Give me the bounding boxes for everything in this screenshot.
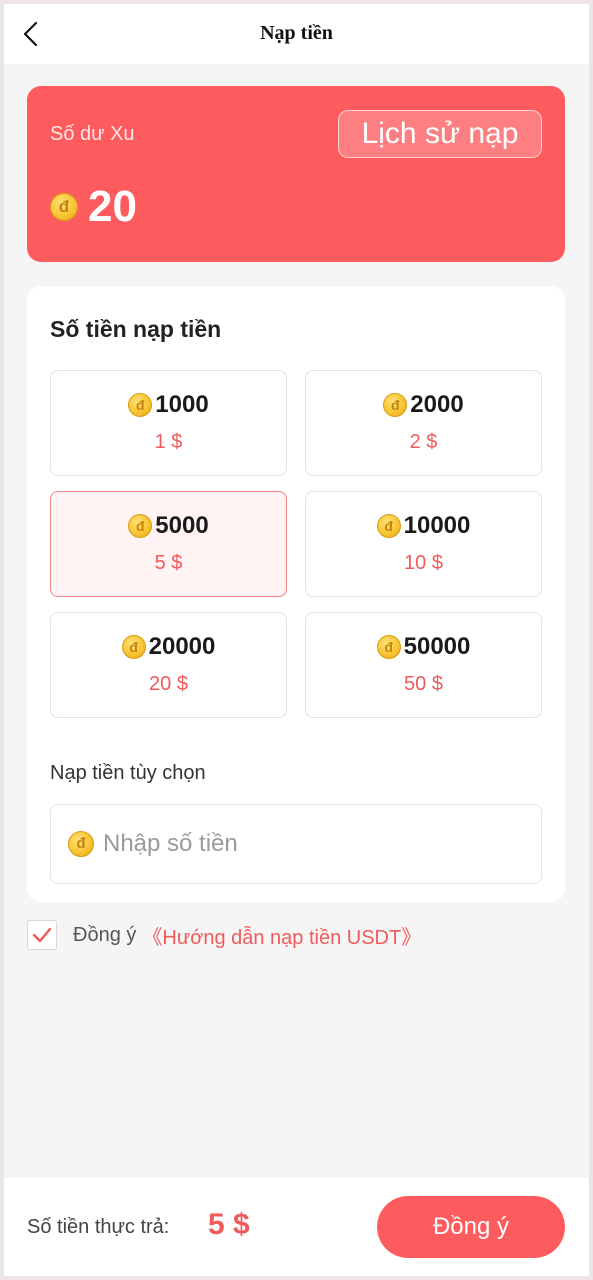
coin-icon: đ bbox=[128, 393, 153, 417]
balance-value: 20 bbox=[88, 182, 137, 231]
package-coins: 20000 bbox=[148, 633, 216, 660]
balance-card: Số dư Xu Lịch sử nạp đ 20 bbox=[27, 86, 565, 262]
package-coins: 2000 bbox=[410, 391, 464, 418]
package-price: 50 $ bbox=[404, 673, 443, 695]
recharge-amount-panel: Số tiền nạp tiền đ 1000 1 $ đ 2000 2 $ đ… bbox=[27, 286, 565, 902]
coin-icon: đ bbox=[376, 635, 401, 659]
coin-icon: đ bbox=[383, 393, 408, 417]
package-price: 10 $ bbox=[404, 552, 443, 574]
package-option-20000[interactable]: đ 20000 20 $ bbox=[50, 612, 287, 718]
coin-icon: đ bbox=[50, 193, 78, 221]
agreement-checkbox[interactable] bbox=[27, 920, 57, 950]
custom-amount-field[interactable]: đ bbox=[50, 804, 542, 884]
bottom-bar: Số tiền thực trả: 5 $ Đồng ý bbox=[4, 1178, 589, 1276]
top-bar: Nạp tiền bbox=[4, 4, 589, 64]
package-option-50000[interactable]: đ 50000 50 $ bbox=[305, 612, 542, 718]
page-title: Nạp tiền bbox=[260, 22, 333, 44]
pay-amount-label: Số tiền thực trả: bbox=[27, 1216, 170, 1238]
confirm-button[interactable]: Đồng ý bbox=[377, 1196, 565, 1258]
package-price: 5 $ bbox=[154, 552, 183, 574]
checkmark-icon bbox=[32, 927, 52, 943]
recharge-screen: Nạp tiền Số dư Xu Lịch sử nạp đ 20 Số ti… bbox=[4, 4, 589, 1276]
package-option-1000[interactable]: đ 1000 1 $ bbox=[50, 370, 287, 476]
coin-icon: đ bbox=[121, 635, 146, 659]
package-price: 1 $ bbox=[154, 431, 183, 453]
pay-amount-value: 5 $ bbox=[208, 1208, 250, 1241]
coin-icon: đ bbox=[128, 514, 153, 538]
section-title: Số tiền nạp tiền bbox=[50, 316, 222, 342]
package-option-2000[interactable]: đ 2000 2 $ bbox=[305, 370, 542, 476]
package-option-10000[interactable]: đ 10000 10 $ bbox=[305, 491, 542, 597]
package-coins: 50000 bbox=[403, 633, 471, 660]
balance-label: Số dư Xu bbox=[50, 123, 135, 145]
package-coins: 1000 bbox=[155, 391, 209, 418]
package-coins: 5000 bbox=[155, 512, 209, 539]
recharge-history-button[interactable]: Lịch sử nạp bbox=[338, 110, 542, 158]
agreement-text: Đồng ý bbox=[73, 923, 137, 946]
package-price: 20 $ bbox=[149, 673, 188, 695]
package-price: 2 $ bbox=[409, 431, 438, 453]
custom-amount-input[interactable] bbox=[103, 830, 503, 858]
coin-icon: đ bbox=[376, 514, 401, 538]
custom-amount-label: Nạp tiền tùy chọn bbox=[50, 762, 206, 784]
coin-icon: đ bbox=[68, 831, 94, 857]
usdt-guide-link[interactable]: 《Hướng dẫn nạp tiền USDT》 bbox=[142, 921, 421, 950]
balance-row: đ 20 bbox=[50, 182, 137, 232]
package-coins: 10000 bbox=[403, 512, 471, 539]
package-option-5000[interactable]: đ 5000 5 $ bbox=[50, 491, 287, 597]
agreement-row: Đồng ý 《Hướng dẫn nạp tiền USDT》 bbox=[27, 920, 421, 950]
